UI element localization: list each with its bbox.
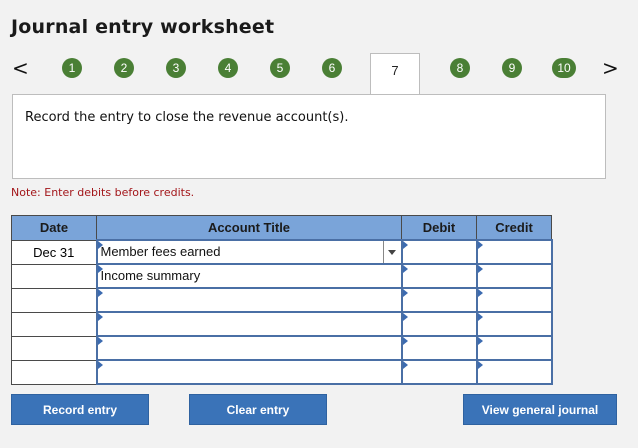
debit-input[interactable] xyxy=(400,359,478,385)
step-9-button[interactable]: 9 xyxy=(502,58,522,78)
credit-input[interactable] xyxy=(475,287,553,313)
step-6-button[interactable]: 6 xyxy=(322,58,342,78)
cell-marker-icon xyxy=(402,337,408,345)
date-cell xyxy=(11,335,97,361)
account-select[interactable]: Income summary xyxy=(95,263,403,289)
cell-marker-icon xyxy=(402,361,408,369)
step-4-button[interactable]: 4 xyxy=(218,58,238,78)
cell-marker-icon xyxy=(402,241,408,249)
cell-marker-icon xyxy=(477,313,483,321)
debit-input[interactable] xyxy=(400,311,478,337)
step-7-tab-active[interactable]: 7 xyxy=(370,53,420,95)
step-3-button[interactable]: 3 xyxy=(166,58,186,78)
date-cell xyxy=(11,263,97,289)
cell-marker-icon xyxy=(477,289,483,297)
cell-marker-icon xyxy=(477,361,483,369)
account-select[interactable] xyxy=(95,359,403,385)
cell-marker-icon xyxy=(97,313,103,321)
account-select[interactable] xyxy=(95,287,403,313)
debit-input[interactable] xyxy=(400,263,478,289)
account-title-header: Account Title xyxy=(96,215,402,241)
step-5-button[interactable]: 5 xyxy=(270,58,290,78)
table-row: Income summary xyxy=(11,263,553,289)
account-select[interactable] xyxy=(95,335,403,361)
credit-input[interactable] xyxy=(475,311,553,337)
date-header: Date xyxy=(11,215,97,241)
debit-input[interactable] xyxy=(400,335,478,361)
debit-header: Debit xyxy=(401,215,477,241)
account-value: Member fees earned xyxy=(100,244,221,259)
table-row xyxy=(11,335,553,361)
cell-marker-icon xyxy=(402,289,408,297)
page-title: Journal entry worksheet xyxy=(11,16,275,38)
table-row: Dec 31 Member fees earned xyxy=(11,239,553,265)
date-cell xyxy=(11,359,97,385)
step-8-button[interactable]: 8 xyxy=(450,58,470,78)
credit-input[interactable] xyxy=(475,263,553,289)
table-header-row: Date Account Title Debit Credit xyxy=(11,215,552,241)
account-select[interactable] xyxy=(95,311,403,337)
clear-entry-button[interactable]: Clear entry xyxy=(189,394,327,425)
cell-marker-icon xyxy=(97,361,103,369)
account-value: Income summary xyxy=(100,268,201,283)
credit-input[interactable] xyxy=(475,359,553,385)
record-entry-button[interactable]: Record entry xyxy=(11,394,149,425)
instruction-text: Record the entry to close the revenue ac… xyxy=(25,110,349,125)
cell-marker-icon xyxy=(402,265,408,273)
journal-table: Date Account Title Debit Credit Dec 31 M… xyxy=(11,215,553,385)
cell-marker-icon xyxy=(402,313,408,321)
debit-input[interactable] xyxy=(400,239,478,265)
cell-marker-icon xyxy=(477,337,483,345)
cell-marker-icon xyxy=(477,241,483,249)
note-text: Note: Enter debits before credits. xyxy=(11,186,195,199)
prev-arrow-icon[interactable]: < xyxy=(12,58,29,78)
date-cell xyxy=(11,311,97,337)
view-general-journal-button[interactable]: View general journal xyxy=(463,394,617,425)
table-row xyxy=(11,359,553,385)
credit-header: Credit xyxy=(476,215,552,241)
table-row xyxy=(11,287,553,313)
table-row xyxy=(11,311,553,337)
date-cell xyxy=(11,287,97,313)
credit-input[interactable] xyxy=(475,239,553,265)
dropdown-button[interactable] xyxy=(382,241,401,263)
step-1-button[interactable]: 1 xyxy=(62,58,82,78)
cell-marker-icon xyxy=(477,265,483,273)
cell-marker-icon xyxy=(97,289,103,297)
step-2-button[interactable]: 2 xyxy=(114,58,134,78)
chevron-down-icon xyxy=(388,249,396,255)
credit-input[interactable] xyxy=(475,335,553,361)
date-cell: Dec 31 xyxy=(11,239,97,265)
instruction-panel: Record the entry to close the revenue ac… xyxy=(12,94,606,179)
debit-input[interactable] xyxy=(400,287,478,313)
cell-marker-icon xyxy=(97,337,103,345)
next-arrow-icon[interactable]: > xyxy=(602,58,619,78)
account-select[interactable]: Member fees earned xyxy=(95,239,403,265)
step-10-button[interactable]: 10 xyxy=(552,58,576,78)
